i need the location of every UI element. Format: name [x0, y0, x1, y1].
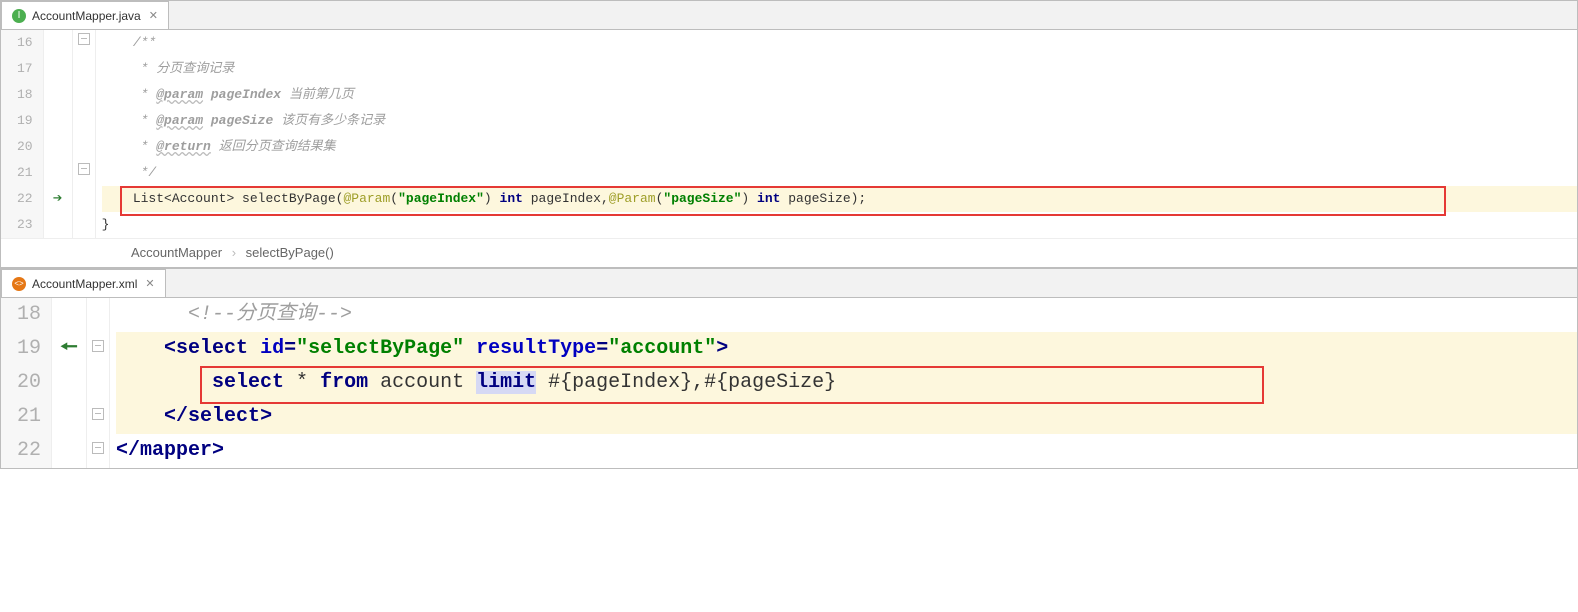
xml-fold-strip: [87, 298, 110, 468]
xml-file-icon: <>: [12, 277, 26, 291]
fold-toggle-icon[interactable]: [92, 340, 104, 352]
xml-gutter: 18 19 20 21 22: [1, 298, 52, 468]
tab-label: AccountMapper.java: [32, 9, 141, 23]
tab-label: AccountMapper.xml: [32, 277, 137, 291]
code-text: * @param pageIndex 当前第几页: [102, 87, 354, 102]
line-number: 22: [17, 186, 33, 212]
line-number: 16: [17, 30, 33, 56]
line-number: 21: [17, 160, 33, 186]
xml-editor[interactable]: 18 19 20 21 22 🠔 <!--分页查询--> <select id=…: [1, 298, 1577, 468]
breadcrumb-item[interactable]: AccountMapper: [131, 245, 222, 260]
code-text: * @return 返回分页查询结果集: [102, 139, 336, 154]
code-text: </select>: [116, 400, 1577, 434]
highlighted-line: <select id="selectByPage" resultType="ac…: [116, 332, 1577, 366]
xml-tabbar: <> AccountMapper.xml ✕: [1, 269, 1577, 298]
fold-toggle-icon[interactable]: [78, 163, 90, 175]
tab-accountmapper-xml[interactable]: <> AccountMapper.xml ✕: [1, 269, 166, 297]
fold-toggle-icon[interactable]: [92, 442, 104, 454]
xml-code-area[interactable]: <!--分页查询--> <select id="selectByPage" re…: [110, 298, 1577, 468]
java-breadcrumb[interactable]: AccountMapper › selectByPage(): [1, 238, 1577, 267]
highlighted-line: List<Account> selectByPage(@Param("pageI…: [102, 186, 1577, 212]
fold-toggle-icon[interactable]: [92, 408, 104, 420]
java-fold-strip: [73, 30, 96, 238]
arrow-right-icon: ➔: [53, 190, 63, 208]
line-number: 22: [17, 434, 41, 468]
java-code-area[interactable]: /** * 分页查询记录 * @param pageIndex 当前第几页 * …: [96, 30, 1577, 238]
line-number: 23: [17, 212, 33, 238]
code-text: * @param pageSize 该页有多少条记录: [102, 113, 385, 128]
java-tabbar: I AccountMapper.java ✕: [1, 1, 1577, 30]
code-text: */: [102, 165, 157, 180]
java-marker-strip: ➔: [44, 30, 73, 238]
xml-editor-panel: <> AccountMapper.xml ✕ 18 19 20 21 22 🠔: [0, 268, 1578, 469]
code-text: }: [102, 212, 1577, 238]
fold-toggle-icon[interactable]: [78, 33, 90, 45]
java-editor-panel: I AccountMapper.java ✕ 16 17 18 19 20 21…: [0, 0, 1578, 268]
line-number: 19: [17, 108, 33, 134]
code-text: <!--分页查询-->: [116, 298, 1577, 332]
highlighted-line: select * from account limit #{pageIndex}…: [116, 366, 1577, 400]
line-number: 18: [17, 82, 33, 108]
code-text: /**: [102, 35, 157, 50]
code-text: </mapper>: [116, 434, 1577, 468]
java-gutter: 16 17 18 19 20 21 22 23: [1, 30, 44, 238]
breadcrumb-item[interactable]: selectByPage(): [246, 245, 334, 260]
chevron-right-icon: ›: [232, 245, 236, 260]
close-icon[interactable]: ✕: [145, 277, 154, 290]
tab-accountmapper-java[interactable]: I AccountMapper.java ✕: [1, 1, 169, 29]
line-number: 18: [17, 298, 41, 332]
arrow-left-icon: 🠔: [60, 337, 78, 360]
line-number: 20: [17, 134, 33, 160]
code-text: * 分页查询记录: [102, 61, 235, 76]
line-number: 21: [17, 400, 41, 434]
java-editor[interactable]: 16 17 18 19 20 21 22 23 ➔ /** * 分页查询记录: [1, 30, 1577, 238]
interface-icon: I: [12, 9, 26, 23]
line-number: 20: [17, 366, 41, 400]
line-number: 17: [17, 56, 33, 82]
line-number: 19: [17, 332, 41, 366]
xml-marker-strip: 🠔: [52, 298, 87, 468]
close-icon[interactable]: ✕: [149, 9, 158, 22]
